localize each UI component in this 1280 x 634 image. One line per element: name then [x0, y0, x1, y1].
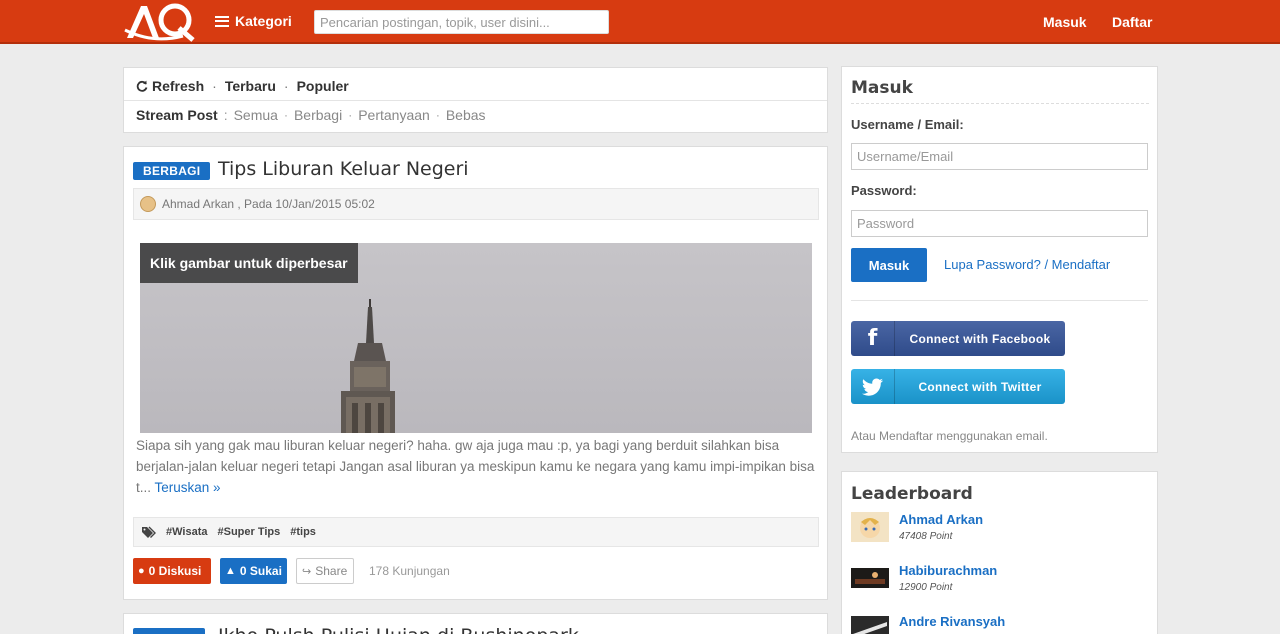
refresh-icon	[136, 80, 148, 92]
register-with-email-note: Atau Mendaftar menggunakan email.	[851, 429, 1048, 443]
post-excerpt: Siapa sih yang gak mau liburan keluar ne…	[136, 435, 818, 498]
divider	[851, 103, 1149, 104]
register-link[interactable]: Daftar	[1112, 14, 1152, 30]
leaderboard-item: Andre Rivansyah	[851, 614, 1151, 634]
login-title: Masuk	[851, 78, 913, 98]
top-navbar: Kategori Masuk Daftar	[0, 0, 1280, 44]
post-excerpt-text: Siapa sih yang gak mau liburan keluar ne…	[136, 438, 815, 495]
password-label: Password:	[851, 183, 917, 198]
site-logo[interactable]	[123, 0, 197, 42]
post-title-2[interactable]: Ikho Pulsh Pulisi Hujan di Bushinopark	[218, 625, 579, 634]
terbaru-link[interactable]: Terbaru	[225, 78, 276, 94]
tag-super-tips[interactable]: #Super Tips	[217, 526, 280, 538]
password-field[interactable]	[851, 210, 1148, 237]
facebook-icon: f	[851, 321, 895, 356]
leader-name[interactable]: Andre Rivansyah	[899, 614, 1005, 629]
populer-link[interactable]: Populer	[297, 78, 349, 94]
login-panel: Masuk Username / Email: Password: Masuk …	[841, 66, 1158, 453]
post-title[interactable]: Tips Liburan Keluar Negeri	[218, 158, 469, 180]
twitter-icon	[851, 369, 895, 404]
stream-post-label: Stream Post	[136, 107, 218, 123]
tag-wisata[interactable]: #Wisata	[166, 526, 207, 538]
category-badge-2[interactable]	[133, 628, 205, 634]
username-label: Username / Email:	[851, 117, 964, 132]
refresh-link[interactable]: Refresh	[152, 78, 204, 94]
leaderboard-item: Habiburachman 12900 Point	[851, 563, 1151, 603]
leader-name[interactable]: Habiburachman	[899, 563, 997, 578]
username-field[interactable]	[851, 143, 1148, 170]
leaderboard-title: Leaderboard	[851, 484, 973, 504]
share-button[interactable]: ↪ Share	[296, 558, 354, 584]
discuss-label: 0 Diskusi	[148, 564, 202, 578]
facebook-connect-button[interactable]: f Connect with Facebook	[851, 321, 1065, 356]
stream-filter: Refresh · Terbaru · Populer Stream Post …	[123, 67, 828, 133]
leaderboard-panel: Leaderboard Ahmad Arkan 47408 Point Habi…	[841, 471, 1158, 634]
stream-pertanyaan-link[interactable]: Pertanyaan	[358, 107, 430, 123]
post-tags: #Wisata #Super Tips #tips	[133, 517, 819, 547]
leader-name[interactable]: Ahmad Arkan	[899, 512, 983, 527]
image-hint: Klik gambar untuk diperbesar	[140, 243, 358, 283]
comment-icon: ●	[138, 565, 145, 577]
user-avatar[interactable]	[851, 512, 889, 542]
tags-icon	[142, 526, 156, 538]
leaderboard-item: Ahmad Arkan 47408 Point	[851, 512, 1151, 552]
user-avatar[interactable]	[851, 614, 889, 634]
leader-points: 12900 Point	[899, 582, 953, 593]
like-label: 0 Sukai	[239, 564, 282, 578]
share-icon: ↪	[302, 565, 312, 578]
post-meta: Ahmad Arkan , Pada 10/Jan/2015 05:02	[133, 188, 819, 220]
twitter-connect-button[interactable]: Connect with Twitter	[851, 369, 1065, 404]
login-button[interactable]: Masuk	[851, 248, 927, 282]
leader-points: 47408 Point	[899, 531, 953, 542]
twitter-connect-label: Connect with Twitter	[918, 379, 1042, 394]
share-label: Share	[315, 564, 348, 578]
divider	[124, 100, 827, 101]
post-meta-text: Ahmad Arkan , Pada 10/Jan/2015 05:02	[162, 197, 375, 211]
stream-bebas-link[interactable]: Bebas	[446, 107, 486, 123]
post-card: BERBAGI Tips Liburan Keluar Negeri Ahmad…	[123, 146, 828, 600]
read-more-link[interactable]: Teruskan »	[155, 480, 221, 495]
facebook-connect-label: Connect with Facebook	[909, 331, 1051, 346]
kategori-label: Kategori	[235, 13, 292, 29]
post-card-2: Ikho Pulsh Pulisi Hujan di Bushinopark	[123, 613, 828, 634]
search-input[interactable]	[314, 10, 609, 34]
author-avatar[interactable]	[140, 196, 156, 212]
stream-semua-link[interactable]: Semua	[234, 107, 278, 123]
like-button[interactable]: ▲ 0 Sukai	[220, 558, 287, 584]
kategori-menu[interactable]: Kategori	[215, 13, 292, 29]
thumbs-up-icon: ▲	[225, 565, 236, 577]
stream-berbagi-link[interactable]: Berbagi	[294, 107, 342, 123]
user-avatar[interactable]	[851, 563, 889, 593]
post-image[interactable]: Klik gambar untuk diperbesar	[140, 243, 812, 433]
category-badge[interactable]: BERBAGI	[133, 162, 211, 180]
login-link[interactable]: Masuk	[1043, 14, 1087, 30]
visit-count: 178 Kunjungan	[369, 564, 450, 578]
menu-icon	[215, 15, 229, 27]
tag-tips[interactable]: #tips	[290, 526, 316, 538]
divider	[851, 300, 1148, 301]
discuss-button[interactable]: ● 0 Diskusi	[133, 558, 211, 584]
forgot-password-link[interactable]: Lupa Password? / Mendaftar	[944, 257, 1110, 272]
